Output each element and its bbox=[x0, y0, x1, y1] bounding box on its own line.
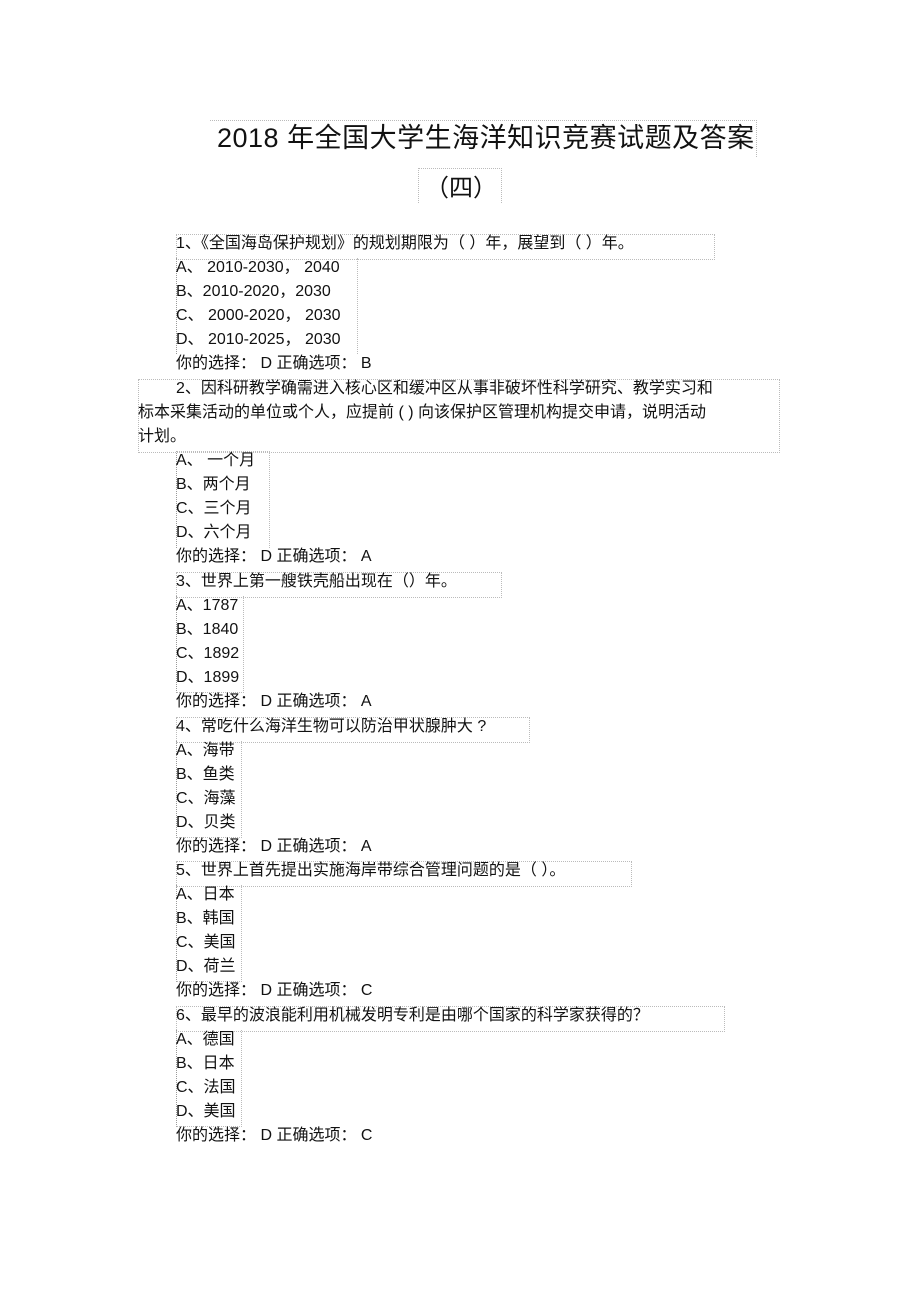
option-d: D、六个月 bbox=[176, 524, 252, 541]
question-6: 6、最早的波浪能利用机械发明专利是由哪个国家的科学家获得的？ A、德国 B、日本… bbox=[176, 1004, 649, 1148]
option-d: D、 2010-2025， 2030 bbox=[176, 331, 341, 348]
option-b: B、日本 bbox=[176, 1055, 235, 1072]
option-d: D、荷兰 bbox=[176, 958, 236, 975]
option-b: B、1840 bbox=[176, 621, 239, 638]
option-a: A、 2010-2030， 2040 bbox=[176, 259, 340, 276]
option-c: C、法国 bbox=[176, 1079, 236, 1096]
option-c: C、1892 bbox=[176, 645, 240, 662]
question-5: 5、世界上首先提出实施海岸带综合管理问题的是（ ）。 A、日本 B、韩国 C、美… bbox=[176, 859, 565, 1003]
question-2-stem: 2、因科研教学确需进入核心区和缓冲区从事非破坏性科学研究、教学实习和 标本采集活… bbox=[138, 377, 778, 449]
question-stem: 6、最早的波浪能利用机械发明专利是由哪个国家的科学家获得的？ bbox=[176, 1007, 649, 1024]
question-4: 4、常吃什么海洋生物可以防治甲状腺肿大 ? A、海带 B、鱼类 C、海藻 D、贝… bbox=[176, 715, 486, 859]
option-a: A、海带 bbox=[176, 742, 235, 759]
question-stem-line: 标本采集活动的单位或个人，应提前 ( ) 向该保护区管理机构提交申请，说明活动 bbox=[138, 404, 706, 421]
option-c: C、 2000-2020， 2030 bbox=[176, 307, 341, 324]
question-1: 1、《全国海岛保护规划》的规划期限为（ ）年，展望到（ ）年。 A、 2010-… bbox=[176, 232, 634, 376]
question-stem: 1、《全国海岛保护规划》的规划期限为（ ）年，展望到（ ）年。 bbox=[176, 235, 634, 252]
document-title: 2018 年全国大学生海洋知识竞赛试题及答案 bbox=[217, 123, 755, 153]
answer-line: 你的选择： D 正确选项： A bbox=[176, 838, 372, 855]
option-c: C、美国 bbox=[176, 934, 236, 951]
option-b: B、鱼类 bbox=[176, 766, 235, 783]
answer-line: 你的选择： D 正确选项： C bbox=[176, 982, 373, 999]
answer-line: 你的选择： D 正确选项： A bbox=[176, 548, 372, 565]
option-b: B、韩国 bbox=[176, 910, 235, 927]
option-c: C、三个月 bbox=[176, 500, 252, 517]
document-subtitle: （四） bbox=[425, 175, 497, 202]
option-b: B、两个月 bbox=[176, 476, 251, 493]
option-a: A、日本 bbox=[176, 886, 235, 903]
answer-line: 你的选择： D 正确选项： A bbox=[176, 693, 372, 710]
option-a: A、德国 bbox=[176, 1031, 235, 1048]
question-stem: 3、世界上第一艘铁壳船出现在（）年。 bbox=[176, 573, 457, 590]
answer-line: 你的选择： D 正确选项： B bbox=[176, 355, 372, 372]
option-c: C、海藻 bbox=[176, 790, 236, 807]
option-d: D、美国 bbox=[176, 1103, 236, 1120]
question-stem-line: 计划。 bbox=[138, 428, 187, 445]
option-d: D、1899 bbox=[176, 669, 240, 686]
option-b: B、2010-2020，2030 bbox=[176, 283, 331, 300]
option-d: D、贝类 bbox=[176, 814, 236, 831]
option-a: A、 一个月 bbox=[176, 452, 256, 469]
question-stem: 5、世界上首先提出实施海岸带综合管理问题的是（ ）。 bbox=[176, 862, 566, 879]
answer-line: 你的选择： D 正确选项： C bbox=[176, 1127, 373, 1144]
option-a: A、1787 bbox=[176, 597, 239, 614]
question-2-options: A、 一个月 B、两个月 C、三个月 D、六个月 你的选择： D 正确选项： A bbox=[176, 449, 372, 569]
question-3: 3、世界上第一艘铁壳船出现在（）年。 A、1787 B、1840 C、1892 … bbox=[176, 570, 457, 714]
question-stem: 4、常吃什么海洋生物可以防治甲状腺肿大 ? bbox=[176, 718, 487, 735]
question-stem-line: 2、因科研教学确需进入核心区和缓冲区从事非破坏性科学研究、教学实习和 bbox=[176, 380, 713, 397]
